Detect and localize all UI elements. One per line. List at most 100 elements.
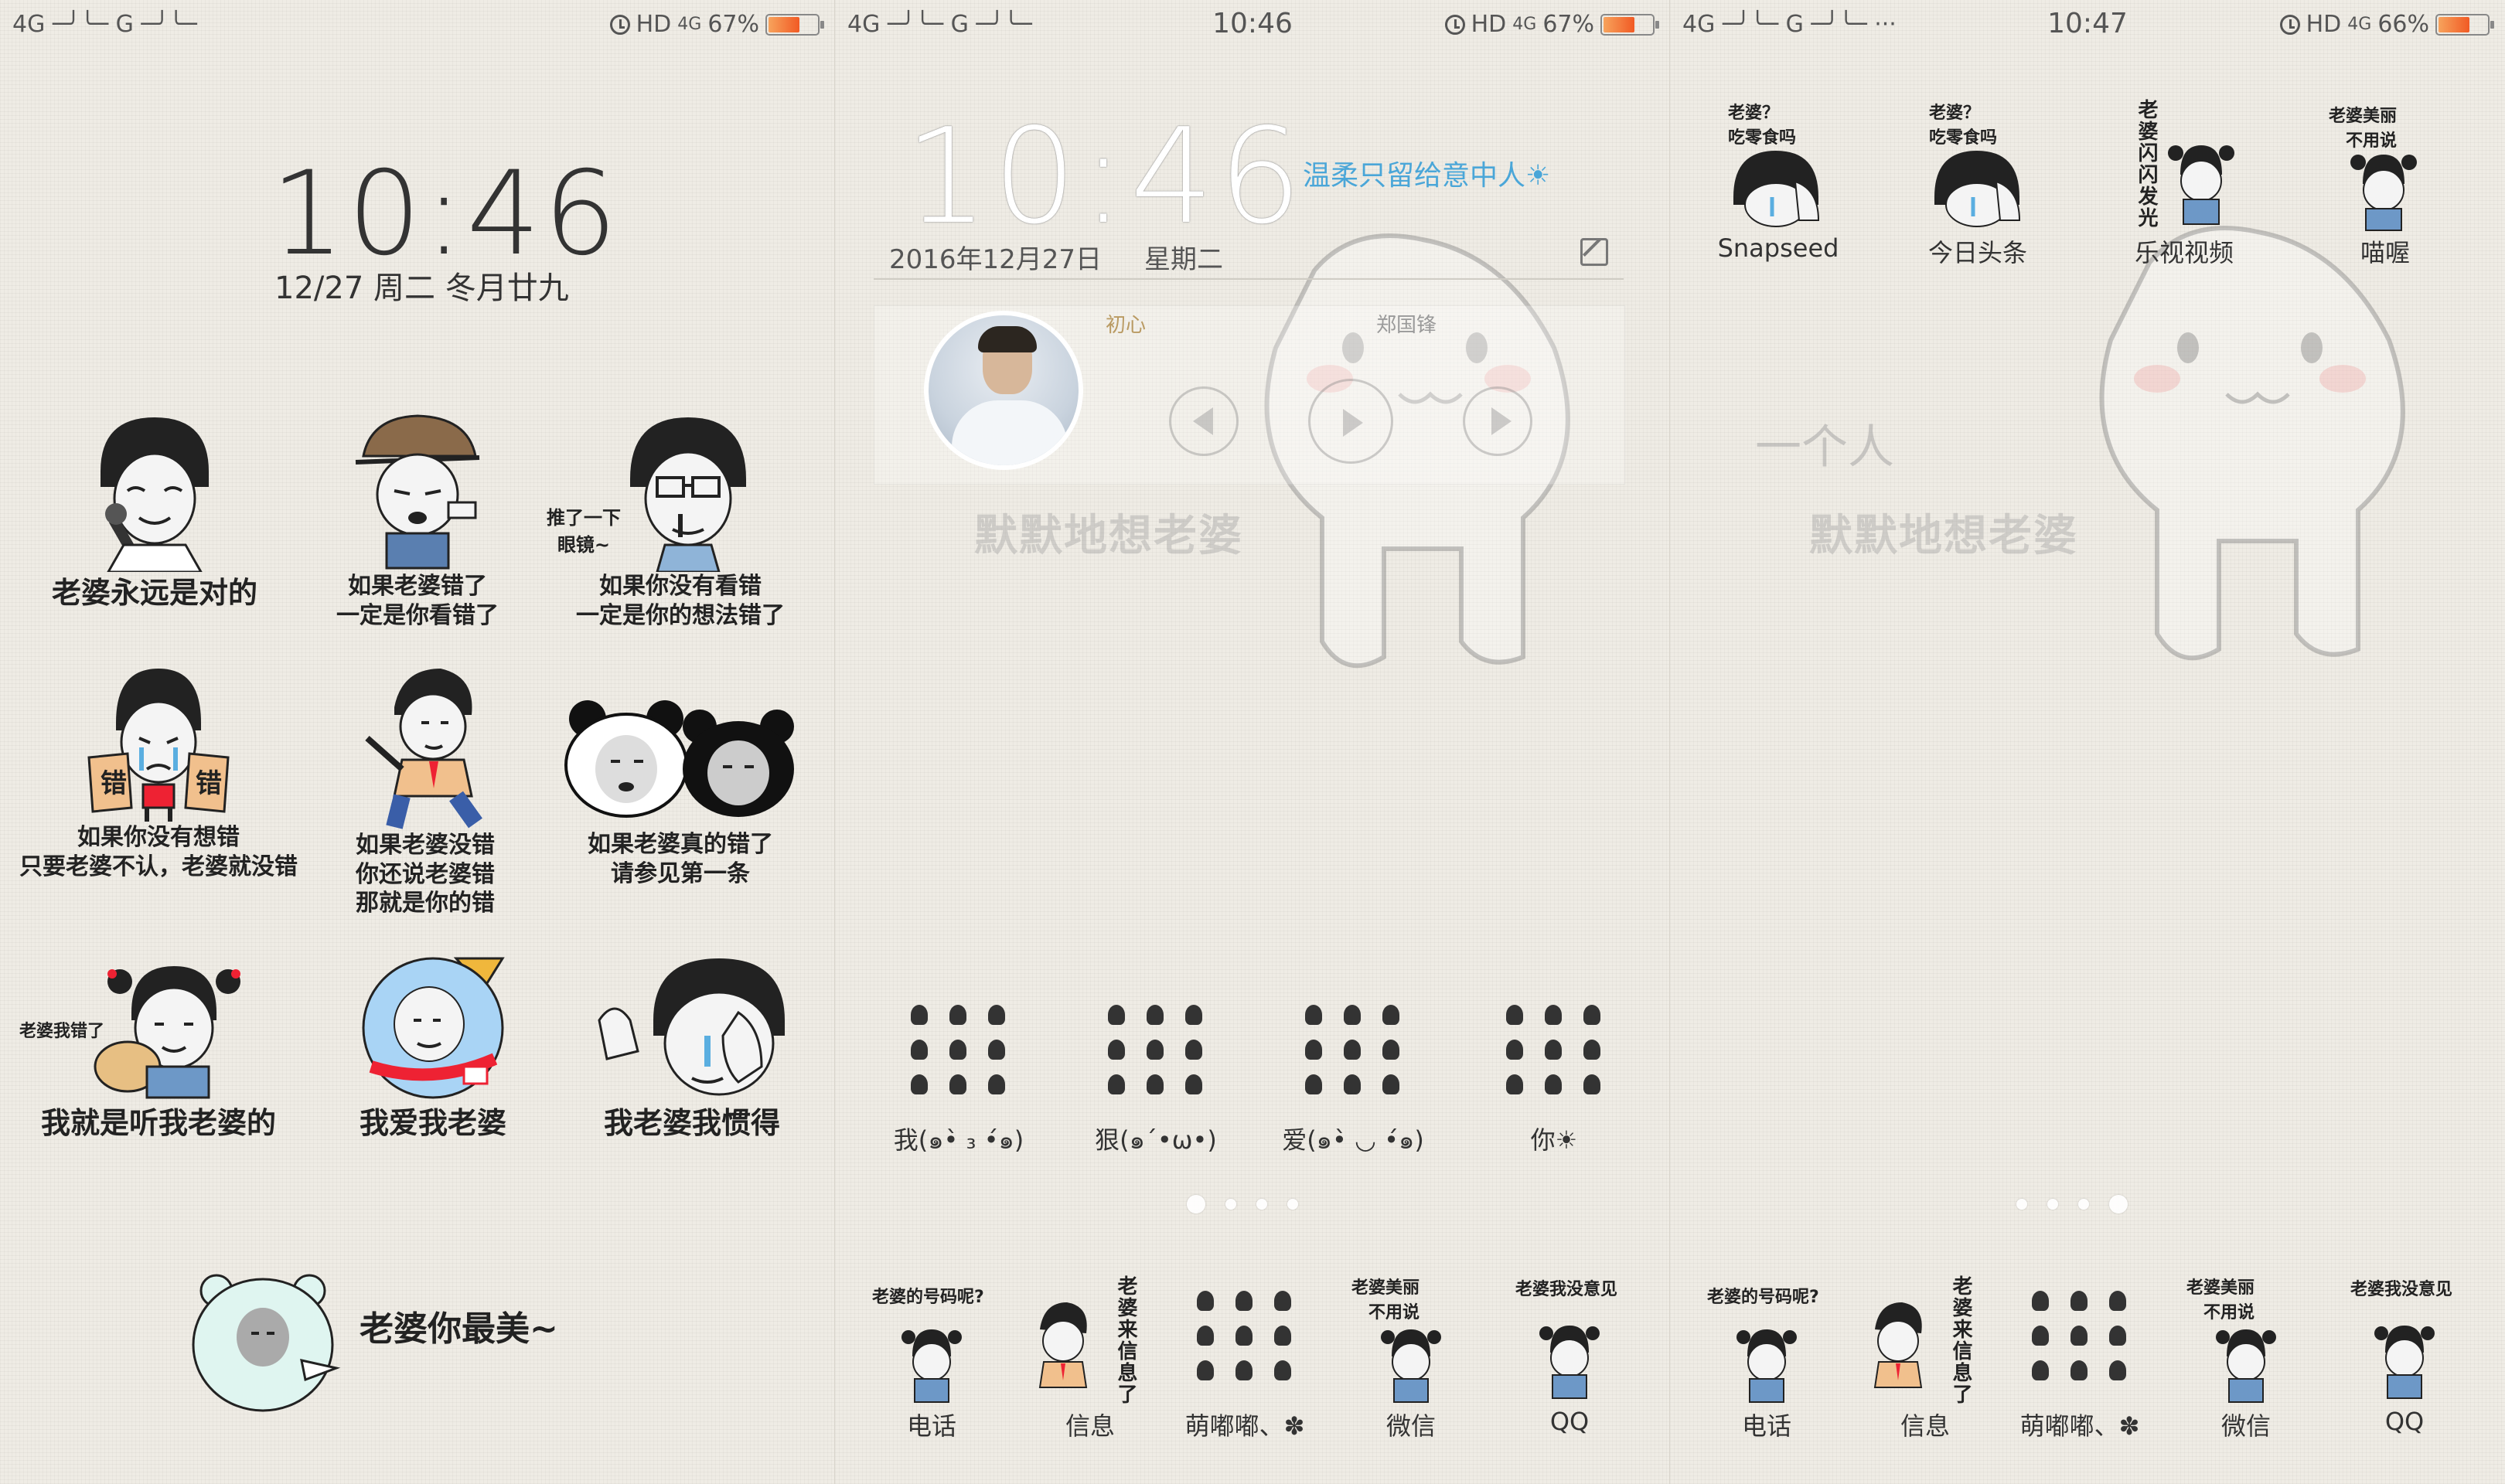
app-top-label: 老婆美丽 不用说: [2329, 107, 2398, 151]
page-dot[interactable]: [1225, 1199, 1236, 1210]
album-art[interactable]: [924, 311, 1083, 470]
page-dot-active[interactable]: [2109, 1195, 2128, 1213]
lockscreen-panel: 4G ─╯╰─ G ─╯╰─ HD 4G 67% 10:46 12/27 周二 …: [0, 0, 835, 1484]
battery-percent: 67%: [1542, 11, 1594, 38]
dock-label: 微信: [1385, 1411, 1436, 1441]
meme-card[interactable]: 如果老婆真的错了 请参见第一条: [561, 696, 800, 888]
dock-label: 信息: [1065, 1411, 1115, 1441]
sticker-grid-icon[interactable]: [1500, 997, 1608, 1105]
meme-card[interactable]: 我爱我老婆: [325, 951, 541, 1142]
message-app-icon[interactable]: [1024, 1298, 1102, 1399]
meme-costume-illustration: [362, 957, 505, 1099]
qq-app-icon[interactable]: [2374, 1318, 2435, 1403]
play-button[interactable]: [1308, 379, 1393, 464]
clock-date: 12/27 周二 冬月廿九: [274, 271, 569, 306]
battery-percent: 67%: [707, 11, 759, 38]
motto-text: 温柔只留给意中人☀: [1303, 160, 1551, 192]
battery-fill: [1604, 16, 1635, 32]
meme-caption: 老婆你最美~: [360, 1309, 558, 1349]
alarm-icon: [609, 14, 630, 35]
meme-card[interactable]: 我老婆我惯得: [564, 951, 820, 1142]
edit-icon[interactable]: [1580, 238, 1608, 266]
watermark-text: 默默地想老婆: [974, 511, 1243, 561]
meme-caption: 如果老婆真的错了 请参见第一条: [588, 831, 773, 887]
toutiao-app-icon[interactable]: [1919, 143, 2035, 228]
dock-top-label: 老婆的号码呢?: [872, 1288, 984, 1307]
dock-label: 电话: [906, 1411, 956, 1441]
app-top-label: 老婆？ 吃零食吗: [1929, 104, 1998, 148]
meme-card[interactable]: 错 错 如果你没有想错 只要老婆不认，老婆就没错: [12, 661, 305, 881]
song-title: 初心: [1106, 314, 1147, 337]
page-dot-active[interactable]: [1187, 1195, 1205, 1213]
phone-app-icon[interactable]: [1736, 1322, 1798, 1407]
meme-caption: 如果老婆没错 你还说老婆错 那就是你的错: [356, 832, 495, 917]
page-dot[interactable]: [1287, 1199, 1298, 1210]
alarm-icon: [1444, 14, 1465, 35]
snapseed-app-icon[interactable]: [1718, 143, 1834, 228]
meme-card[interactable]: 如果老婆没错 你还说老婆错 那就是你的错: [325, 661, 526, 918]
next-button[interactable]: [1463, 386, 1532, 456]
battery-percent: 66%: [2377, 11, 2429, 38]
sticker-grid-icon[interactable]: [1102, 997, 1210, 1105]
dock-label: QQ: [2384, 1407, 2425, 1436]
sticker-grid-icon[interactable]: [2026, 1283, 2134, 1391]
battery-icon: [765, 13, 824, 36]
meme-mic-illustration: [101, 417, 209, 572]
app-label: Snapseed: [1717, 233, 1839, 263]
hd-indicator: HD: [636, 11, 672, 38]
sticker-grid-icon[interactable]: [905, 997, 1013, 1105]
lonely-text: 一个人: [1755, 420, 1894, 475]
status-bar: 4G ─╯╰─ G ─╯╰─ 10:46 HD 4G 67%: [835, 0, 1670, 51]
battery-fill: [769, 16, 800, 32]
page-dot[interactable]: [1256, 1199, 1267, 1210]
sticker-grid-icon[interactable]: [1299, 997, 1407, 1105]
meme-cap-illustration: [355, 414, 480, 570]
meme-card[interactable]: 我就是听我老婆的: [31, 951, 286, 1142]
clock-time-large: 10:46: [905, 100, 1307, 254]
meme-card[interactable]: 老婆永远是对的: [31, 402, 278, 612]
meme-card[interactable]: 如果老婆错了 一定是你看错了: [305, 402, 530, 630]
clock-time: 10:46: [271, 147, 621, 281]
wechat-app-icon[interactable]: [1380, 1322, 1442, 1407]
app-side-label: 老婆闪闪发光: [2135, 99, 2158, 229]
meme-caption: 我老婆我惯得: [603, 1106, 780, 1140]
cat-wallpaper-illustration: [2099, 226, 2405, 661]
app-label: 今日头条: [1927, 238, 2027, 267]
status-bar: 4G ─╯╰─ G ─╯╰─ ··· 10:47 HD 4G 66%: [1670, 0, 2505, 51]
homescreen-panel: 4G ─╯╰─ G ─╯╰─ 10:46 HD 4G 67% 10:46 温柔只…: [835, 0, 1670, 1484]
meme-side-label: 推了一下 眼镜~: [547, 507, 621, 556]
phone-app-icon[interactable]: [901, 1322, 963, 1407]
page-indicator[interactable]: [1187, 1195, 1298, 1213]
meme-sign-left: 错: [101, 768, 127, 799]
page-dot[interactable]: [2047, 1199, 2058, 1210]
weekday-text: 星期二: [1144, 244, 1223, 275]
miaowo-app-icon[interactable]: [2349, 147, 2418, 232]
app-top-label: 老婆？ 吃零食吗: [1728, 104, 1797, 148]
page-indicator[interactable]: [2016, 1195, 2128, 1213]
meme-caption: 我爱我老婆: [359, 1106, 506, 1140]
dock-label: 萌嘟嘟、✽: [2019, 1411, 2140, 1441]
watermark-text: 默默地想老婆: [1809, 511, 2078, 561]
page-dot[interactable]: [2078, 1199, 2089, 1210]
homescreen-panel: 4G ─╯╰─ G ─╯╰─ ··· 10:47 HD 4G 66% 老婆？ 吃…: [1670, 0, 2505, 1484]
battery-fill: [2439, 16, 2469, 32]
letv-app-icon[interactable]: [2166, 138, 2236, 230]
message-app-icon[interactable]: [1859, 1298, 1937, 1399]
footer-meme-card[interactable]: 老婆你最美~: [186, 1260, 619, 1414]
hd-indicator: HD: [1471, 11, 1507, 38]
meme-facepalm-illustration: [598, 958, 785, 1096]
page-dot[interactable]: [2016, 1199, 2027, 1210]
emoji-label: 狠(๑´•ω•): [1095, 1125, 1217, 1155]
dock-top-label: 老婆美丽 不用说: [1351, 1278, 1420, 1322]
dock-top-label: 老婆美丽 不用说: [2186, 1278, 2255, 1322]
qq-app-icon[interactable]: [1539, 1318, 1600, 1403]
battery-icon: [1600, 13, 1659, 36]
meme-caption: 如果你没有看错 一定是你的想法错了: [576, 573, 785, 629]
status-bar: 4G ─╯╰─ G ─╯╰─ HD 4G 67%: [0, 0, 835, 51]
app-label: 乐视视频: [2134, 238, 2234, 267]
sticker-grid-icon[interactable]: [1191, 1283, 1299, 1391]
network-indicator: 4G: [677, 15, 702, 34]
emoji-label: 我(๑•̀ ₃ •́๑): [893, 1125, 1024, 1155]
previous-button[interactable]: [1169, 386, 1239, 456]
wechat-app-icon[interactable]: [2215, 1322, 2277, 1407]
